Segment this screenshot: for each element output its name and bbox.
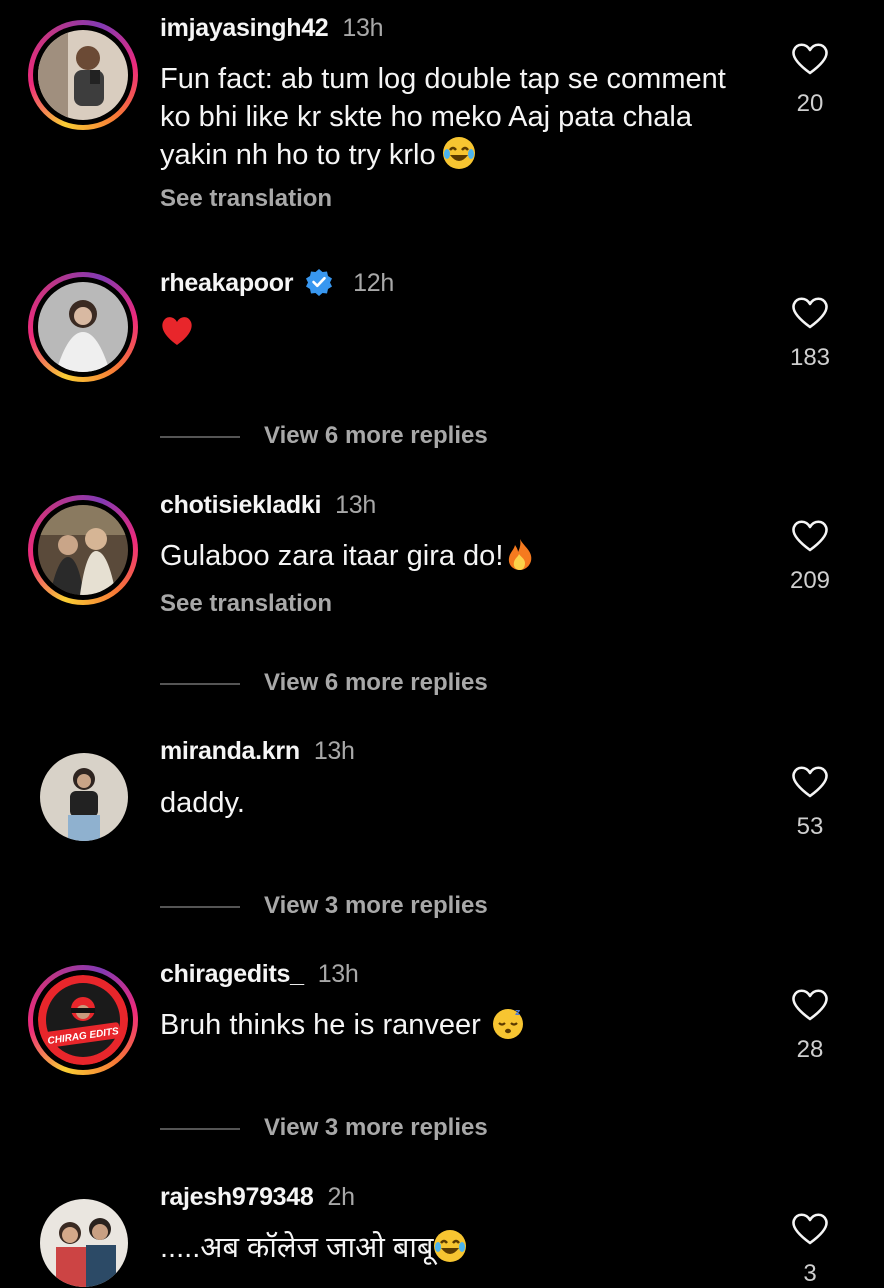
- heart-icon: [792, 43, 828, 75]
- sleeping-face-emoji: z: [491, 1006, 525, 1040]
- avatar: [38, 30, 128, 120]
- like-button[interactable]: 3: [780, 1212, 840, 1288]
- comment-text: Fun fact: ab tum log double tap se comme…: [160, 60, 760, 174]
- like-count: 209: [789, 567, 831, 594]
- heart-icon: [792, 520, 828, 552]
- comment-body: .....अब कॉलेज जाओ बाबू: [160, 1232, 434, 1264]
- avatar-story-ring[interactable]: [28, 20, 138, 130]
- view-replies-label: View 6 more replies: [264, 669, 488, 696]
- timestamp: 13h: [342, 14, 384, 42]
- username[interactable]: rajesh979348: [160, 1183, 314, 1211]
- comment-text: [160, 314, 760, 352]
- fire-emoji: [505, 537, 539, 571]
- see-translation-link[interactable]: See translation: [160, 185, 332, 213]
- avatar-story-ring[interactable]: CHIRAG EDITS: [28, 965, 138, 1075]
- like-button[interactable]: 183: [780, 296, 840, 372]
- comment-body: daddy.: [160, 787, 245, 819]
- like-count: 183: [789, 344, 831, 371]
- avatar-story-ring[interactable]: [28, 495, 138, 605]
- heart-icon: [792, 989, 828, 1021]
- heart-icon: [792, 297, 828, 329]
- view-replies-button[interactable]: View 6 more replies: [160, 669, 488, 697]
- laughing-tears-emoji: [442, 136, 476, 170]
- username[interactable]: chotisiekladki: [160, 491, 321, 519]
- avatar[interactable]: [40, 1199, 128, 1287]
- timestamp: 13h: [313, 737, 355, 765]
- timestamp: 12h: [353, 269, 394, 297]
- comment-text: daddy.: [160, 784, 760, 822]
- red-heart-emoji: [160, 314, 194, 348]
- comment-text: .....अब कॉलेज जाओ बाबू: [160, 1229, 760, 1267]
- like-count: 28: [796, 1036, 824, 1063]
- comment-body: Gulaboo zara itaar gira do!: [160, 540, 504, 572]
- replies-divider: [160, 905, 240, 908]
- like-count: 20: [796, 90, 824, 117]
- view-replies-button[interactable]: View 3 more replies: [160, 1114, 488, 1142]
- like-button[interactable]: 209: [780, 519, 840, 595]
- username[interactable]: miranda.krn: [160, 737, 300, 765]
- like-button[interactable]: 20: [780, 42, 840, 118]
- username[interactable]: rheakapoor: [160, 269, 293, 297]
- laughing-tears-emoji: [433, 1229, 467, 1263]
- heart-icon: [792, 1213, 828, 1245]
- view-replies-button[interactable]: View 3 more replies: [160, 892, 488, 920]
- like-count: 53: [796, 813, 824, 840]
- timestamp: 13h: [317, 960, 359, 988]
- like-button[interactable]: 28: [780, 988, 840, 1064]
- heart-icon: [792, 766, 828, 798]
- view-replies-label: View 3 more replies: [264, 892, 488, 919]
- timestamp: 13h: [335, 491, 376, 519]
- username[interactable]: chiragedits_: [160, 960, 304, 988]
- view-replies-button[interactable]: View 6 more replies: [160, 422, 488, 450]
- verified-badge-icon: [306, 269, 333, 296]
- comment-text: Gulaboo zara itaar gira do!: [160, 537, 760, 575]
- view-replies-label: View 3 more replies: [264, 1114, 488, 1141]
- view-replies-label: View 6 more replies: [264, 422, 488, 449]
- replies-divider: [160, 682, 240, 685]
- like-button[interactable]: 53: [780, 765, 840, 841]
- avatar: [38, 505, 128, 595]
- timestamp: 2h: [327, 1183, 355, 1211]
- avatar[interactable]: [40, 753, 128, 841]
- svg-text:z: z: [515, 1008, 520, 1018]
- comment-text: Bruh thinks he is ranveer z: [160, 1006, 760, 1044]
- avatar: CHIRAG EDITS: [38, 975, 128, 1065]
- comment-body: Bruh thinks he is ranveer: [160, 1009, 481, 1041]
- username[interactable]: imjayasingh42: [160, 14, 329, 42]
- replies-divider: [160, 1127, 240, 1130]
- avatar-story-ring[interactable]: [28, 272, 138, 382]
- avatar: [38, 282, 128, 372]
- like-count: 3: [803, 1260, 817, 1287]
- replies-divider: [160, 435, 240, 438]
- see-translation-link[interactable]: See translation: [160, 590, 332, 618]
